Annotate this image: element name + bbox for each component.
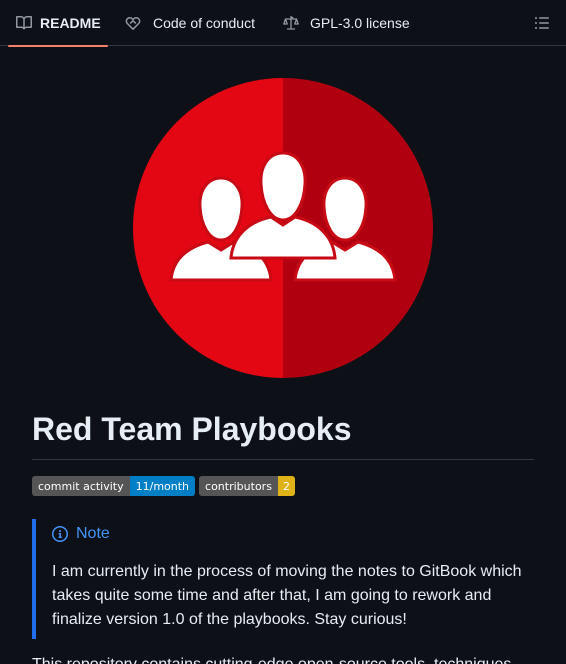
tab-license-label: GPL-3.0 license	[310, 15, 410, 31]
tab-readme-label: README	[40, 15, 101, 31]
book-icon	[16, 15, 32, 31]
note-title: Note	[52, 525, 110, 543]
note-body: I am currently in the process of moving …	[52, 563, 522, 628]
badge-value: 11/month	[129, 476, 196, 496]
list-unordered-icon	[534, 15, 550, 31]
readme-title: Red Team Playbooks	[32, 411, 352, 447]
note-callout: Note I am currently in the process of mo…	[32, 519, 534, 639]
badge-label: contributors	[199, 476, 278, 496]
tab-active-underline	[8, 45, 108, 47]
readme-tab-bar: README Code of conduct GPL-3.0 license	[0, 0, 566, 47]
tab-readme[interactable]: README	[8, 0, 108, 47]
red-team-logo	[133, 78, 433, 378]
info-icon	[52, 526, 68, 542]
commit-activity-badge[interactable]: commit activity 11/month	[32, 476, 196, 496]
contributors-badge[interactable]: contributors 2	[199, 476, 295, 496]
tab-license[interactable]: GPL-3.0 license	[283, 0, 410, 46]
badge-label: commit activity	[32, 476, 130, 496]
outline-button[interactable]	[532, 13, 552, 33]
readme-intro-paragraph: This repository contains cutting-edge op…	[32, 653, 534, 664]
title-divider	[32, 459, 534, 460]
law-scale-icon	[283, 15, 299, 31]
badge-value: 2	[277, 476, 295, 496]
badge-row: commit activity 11/month contributors 2	[32, 476, 299, 496]
code-of-conduct-icon	[125, 15, 141, 31]
note-title-label: Note	[76, 525, 110, 542]
tab-code-of-conduct-label: Code of conduct	[153, 15, 255, 31]
tab-code-of-conduct[interactable]: Code of conduct	[125, 0, 255, 46]
